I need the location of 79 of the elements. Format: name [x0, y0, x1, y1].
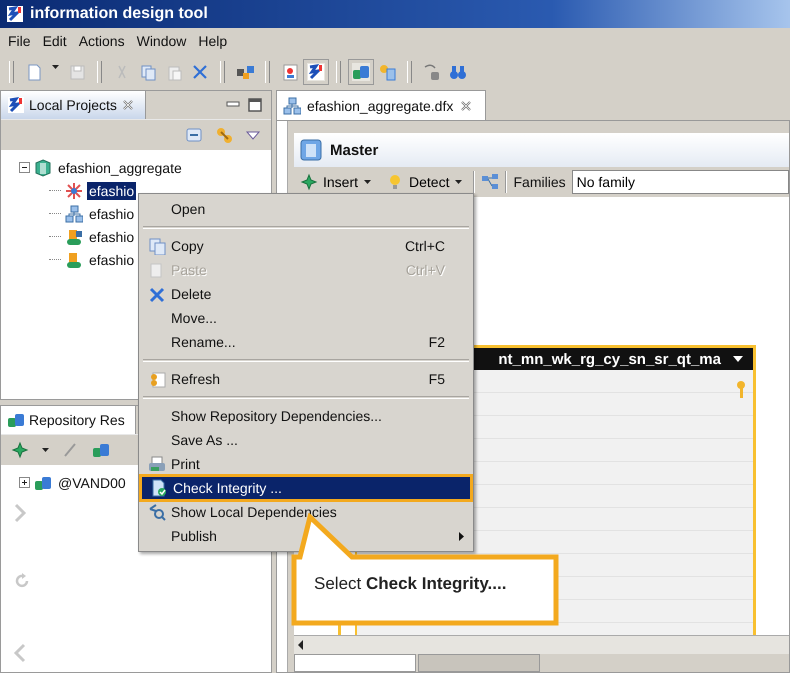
caret-icon [363, 178, 372, 186]
document-check-icon [150, 479, 168, 497]
star-icon [65, 182, 83, 200]
menu-item[interactable]: Open [139, 197, 473, 221]
logo-icon[interactable] [307, 63, 325, 81]
copy-icon[interactable] [139, 63, 157, 81]
connection-icon[interactable] [236, 63, 254, 81]
view-tab[interactable]: Repository Res [1, 406, 136, 434]
menu-item[interactable]: Delete [139, 282, 473, 306]
menu-item[interactable]: Edit [38, 31, 75, 51]
menu-item[interactable]: Actions [74, 31, 133, 51]
cube-icon [34, 158, 52, 176]
menu-item[interactable]: Check Integrity ... [141, 476, 471, 500]
detect-button[interactable]: Detect [382, 171, 468, 193]
families-label: Families [513, 174, 566, 190]
save-icon[interactable] [68, 63, 86, 81]
view-tab[interactable]: Local Projects [1, 91, 146, 119]
tab-label: efashion_aggregate.dfx [307, 98, 454, 114]
add-icon [300, 173, 318, 191]
refresh-icon [148, 370, 166, 388]
printer-icon [148, 455, 166, 473]
menu-item[interactable]: Show Repository Dependencies... [139, 404, 473, 428]
network-icon [65, 204, 83, 222]
master-icon [300, 139, 322, 161]
expand-toggle-icon[interactable] [19, 477, 30, 488]
tree-item[interactable]: efashio [87, 204, 136, 222]
caret-icon [454, 178, 464, 186]
menu-item[interactable]: Rename... F2 [139, 330, 473, 354]
collapse-toggle-icon[interactable] [19, 162, 30, 173]
menu-item[interactable]: Publish [139, 524, 473, 548]
menu-item[interactable]: Show Local Dependencies [139, 500, 473, 524]
section-title: Master [330, 142, 378, 158]
tree-item[interactable]: efashio [87, 250, 136, 268]
project-icon[interactable] [281, 63, 299, 81]
network-icon[interactable] [481, 173, 500, 191]
tree-item[interactable]: @VAND00 [56, 474, 128, 492]
menu-item[interactable]: Window [132, 31, 194, 51]
menu-item[interactable]: Print [139, 452, 473, 476]
delete-icon [148, 285, 166, 303]
tree-item[interactable]: efashio [87, 182, 136, 200]
bulb-database-icon[interactable] [378, 63, 396, 81]
menu-item[interactable]: Help [194, 31, 236, 51]
copy-icon [148, 237, 166, 255]
menu-item[interactable]: Refresh F5 [139, 367, 473, 391]
dependencies-icon [148, 503, 166, 521]
database-icon[interactable] [92, 441, 110, 459]
add-icon[interactable] [11, 441, 29, 459]
shortcut-label: Ctrl+C [404, 238, 446, 254]
close-icon[interactable] [120, 98, 135, 112]
binoculars-icon[interactable] [449, 63, 467, 81]
menu-item[interactable]: Move... [139, 306, 473, 330]
scrollbar[interactable] [294, 635, 789, 654]
collapse-all-icon[interactable] [185, 126, 203, 144]
menu-item[interactable]: Copy Ctrl+C [139, 234, 473, 258]
window-title: information design tool [30, 5, 208, 23]
menu-item[interactable]: Save As ... [139, 428, 473, 452]
table-name: nt_mn_wk_rg_cy_sn_sr_qt_ma [498, 350, 721, 368]
insert-button[interactable]: Insert [296, 171, 376, 193]
tab-label: Repository Res [29, 412, 125, 428]
database-icon[interactable] [352, 63, 370, 81]
menu-item[interactable]: File [4, 31, 39, 51]
tab-label: Local Projects [29, 97, 117, 113]
link-icon[interactable] [215, 126, 233, 144]
tree-item[interactable]: efashio [87, 228, 136, 246]
families-field[interactable]: No family [572, 170, 789, 194]
close-icon[interactable] [459, 98, 474, 112]
network-icon [283, 96, 301, 114]
app-logo-icon [6, 5, 24, 23]
shortcut-label: F5 [428, 371, 446, 387]
view-menu-icon[interactable] [245, 129, 261, 141]
editor-tab[interactable]: efashion_aggregate.dfx [276, 90, 486, 120]
shortcut-label: F2 [428, 334, 446, 350]
delete-icon[interactable] [191, 63, 209, 81]
callout-text: Select Check Integrity.... [314, 574, 506, 594]
key-icon [735, 380, 747, 400]
logo-icon [7, 96, 25, 114]
maximize-icon[interactable] [247, 97, 263, 113]
tree-item[interactable]: efashion_aggregate [56, 158, 184, 176]
database-icon [7, 411, 25, 429]
